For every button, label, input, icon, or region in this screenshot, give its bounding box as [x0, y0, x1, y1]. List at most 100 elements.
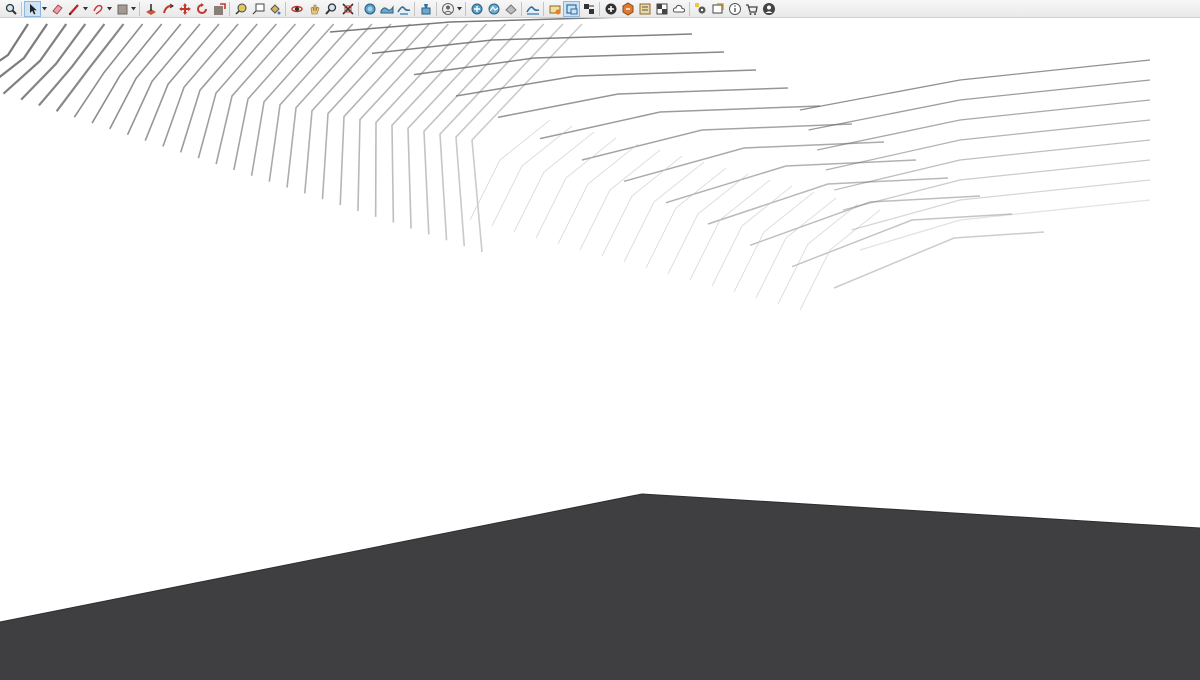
paint-bucket-icon	[269, 3, 280, 14]
toolbar-separator	[465, 1, 466, 16]
layout-send-button[interactable]	[709, 1, 726, 17]
sandbox-from-scratch-button[interactable]	[378, 1, 395, 17]
scale-icon	[213, 2, 226, 15]
3d-warehouse-button[interactable]	[602, 1, 619, 17]
smoove-button[interactable]	[395, 1, 412, 17]
select-arrow-button[interactable]	[24, 0, 41, 17]
section-plane-button[interactable]	[546, 1, 563, 17]
user-account-button[interactable]	[439, 1, 456, 17]
contour-line	[513, 131, 595, 233]
dropdown-arrow-icon[interactable]	[130, 1, 137, 17]
toolbar-separator	[285, 1, 286, 16]
rotate-button[interactable]	[193, 1, 210, 17]
orbit-button[interactable]	[288, 1, 305, 17]
pan-icon	[310, 4, 319, 14]
dropdown-arrow-icon[interactable]	[82, 1, 89, 17]
move-button[interactable]	[176, 1, 193, 17]
extension-manager-button[interactable]	[692, 1, 709, 17]
contour-line	[689, 179, 771, 281]
scale-button[interactable]	[210, 1, 227, 17]
orbit-icon	[290, 5, 303, 12]
eraser-icon	[51, 3, 63, 15]
dropdown-arrow-icon[interactable]	[41, 1, 48, 17]
pan-button[interactable]	[305, 1, 322, 17]
contour-line	[623, 161, 705, 263]
dropdown-arrow-icon[interactable]	[106, 1, 113, 17]
contour-line	[455, 69, 757, 97]
move-icon	[178, 2, 191, 15]
follow-me-button[interactable]	[159, 1, 176, 17]
paint-bucket-button[interactable]	[266, 1, 283, 17]
stamp-button[interactable]	[417, 1, 434, 17]
toolbar-separator	[521, 1, 522, 16]
contour-line	[55, 23, 125, 112]
add-location-button[interactable]	[468, 1, 485, 17]
tape-measure-button[interactable]	[232, 1, 249, 17]
zoom-window-button[interactable]	[2, 1, 19, 17]
smoove-icon	[396, 5, 410, 15]
contour-line	[109, 23, 182, 130]
drape-icon	[525, 5, 539, 15]
zoom-extents-button[interactable]	[339, 1, 356, 17]
zoom-extents-icon	[341, 2, 354, 15]
contour-line	[859, 199, 1151, 251]
contour-line	[755, 197, 837, 299]
sandbox-from-contours-button[interactable]	[361, 1, 378, 17]
model-viewport[interactable]	[0, 18, 1200, 680]
contour-line	[777, 203, 859, 305]
terrain-toggle-button[interactable]	[485, 1, 502, 17]
section-fill-button[interactable]	[580, 1, 597, 17]
styles-checker-button[interactable]	[653, 1, 670, 17]
contour-line	[601, 155, 683, 257]
toolbar-separator	[436, 1, 437, 16]
contour-line	[268, 23, 354, 182]
contour-line	[733, 191, 815, 293]
dropdown-arrow-icon[interactable]	[456, 1, 463, 17]
rectangle-shape-button[interactable]	[113, 1, 130, 17]
contour-line	[833, 231, 1045, 289]
stamp-icon	[421, 3, 430, 14]
share-model-button[interactable]	[619, 1, 636, 17]
contour-line	[126, 23, 201, 136]
zoom-button[interactable]	[322, 1, 339, 17]
contour-line	[469, 119, 551, 221]
contour-line	[38, 23, 106, 107]
drape-button[interactable]	[524, 1, 541, 17]
profile-button[interactable]	[760, 1, 777, 17]
toolbar-separator	[139, 1, 140, 16]
layout-send-icon	[712, 2, 724, 13]
pencil-line-icon	[68, 3, 79, 15]
contour-line	[329, 18, 617, 33]
extension-warehouse-cart-button[interactable]	[743, 1, 760, 17]
push-pull-button[interactable]	[142, 1, 159, 17]
extension-manager-icon	[694, 2, 705, 13]
model-info-button[interactable]	[636, 1, 653, 17]
freehand-shape-icon	[92, 4, 102, 15]
text-label-icon	[252, 3, 264, 14]
display-section-cuts-button[interactable]	[563, 0, 580, 17]
cloud-icon	[672, 4, 685, 12]
contour-line	[791, 213, 1013, 268]
terrain-contour-lines	[0, 18, 1151, 311]
contour-line	[179, 23, 258, 153]
share-model-icon	[622, 1, 633, 16]
styles-checker-icon	[656, 3, 667, 14]
pencil-line-button[interactable]	[65, 1, 82, 17]
model-info-icon	[639, 3, 650, 14]
toolbar-separator	[358, 1, 359, 16]
photo-texture-button[interactable]	[502, 1, 519, 17]
tape-measure-icon	[234, 3, 246, 15]
info-button[interactable]	[726, 1, 743, 17]
eraser-button[interactable]	[48, 1, 65, 17]
cloud-button[interactable]	[670, 1, 687, 17]
freehand-shape-button[interactable]	[89, 1, 106, 17]
push-pull-icon	[145, 3, 156, 15]
toolbar-separator	[229, 1, 230, 16]
select-arrow-icon	[29, 3, 37, 14]
follow-me-icon	[162, 3, 174, 13]
toolbar-separator	[543, 1, 544, 16]
contour-line	[73, 23, 144, 118]
text-label-button[interactable]	[249, 1, 266, 17]
photo-texture-icon	[504, 3, 517, 15]
rectangle-shape-icon	[117, 4, 127, 14]
